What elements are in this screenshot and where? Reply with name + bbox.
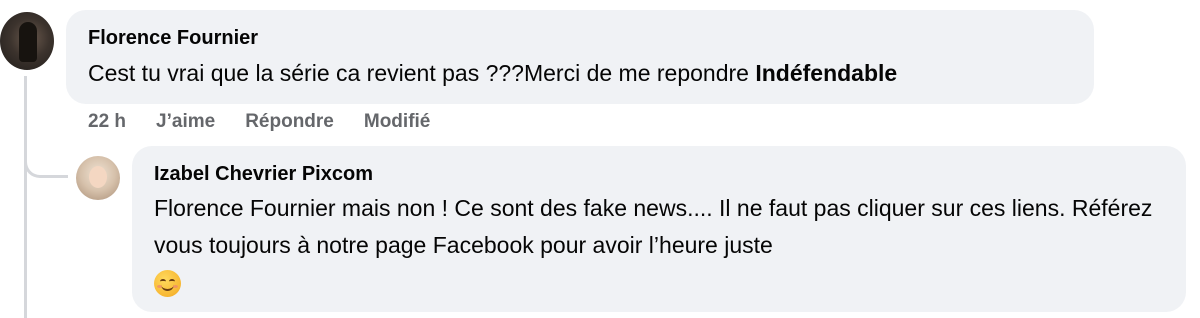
avatar[interactable]: [0, 12, 54, 70]
reply-avatar-face: [89, 166, 107, 188]
emoji-mouth: [161, 283, 174, 292]
comment-actions: 22 h J’aime Répondre Modifié: [88, 110, 430, 134]
emoji-cheek-right: [173, 285, 178, 289]
reply-bubble: Izabel Chevrier Pixcom Florence Fournier…: [132, 146, 1186, 312]
reply-button[interactable]: Répondre: [245, 110, 334, 134]
comment-author[interactable]: Florence Fournier: [88, 26, 1072, 50]
comment-tag[interactable]: Indéfendable: [755, 60, 897, 86]
reply-text: Florence Fournier mais non ! Ce sont des…: [154, 190, 1154, 301]
reply-body: Florence Fournier mais non ! Ce sont des…: [154, 195, 1153, 258]
like-button[interactable]: J’aime: [156, 110, 215, 134]
reply-author[interactable]: Izabel Chevrier Pixcom: [154, 162, 1164, 186]
smiling-face-emoji-icon: [154, 270, 181, 298]
reply-connector-line: [24, 130, 68, 178]
comment-bubble: Florence Fournier Cest tu vrai que la sé…: [66, 10, 1094, 104]
avatar-silhouette: [19, 22, 37, 62]
reply-avatar[interactable]: [76, 156, 120, 200]
edited-label: Modifié: [363, 111, 431, 132]
comment-timestamp[interactable]: 22 h: [88, 110, 126, 134]
comment-body: Cest tu vrai que la série ca revient pas…: [88, 60, 749, 86]
comment-text: Cest tu vrai que la série ca revient pas…: [88, 55, 1072, 92]
thread-line: [24, 76, 27, 318]
